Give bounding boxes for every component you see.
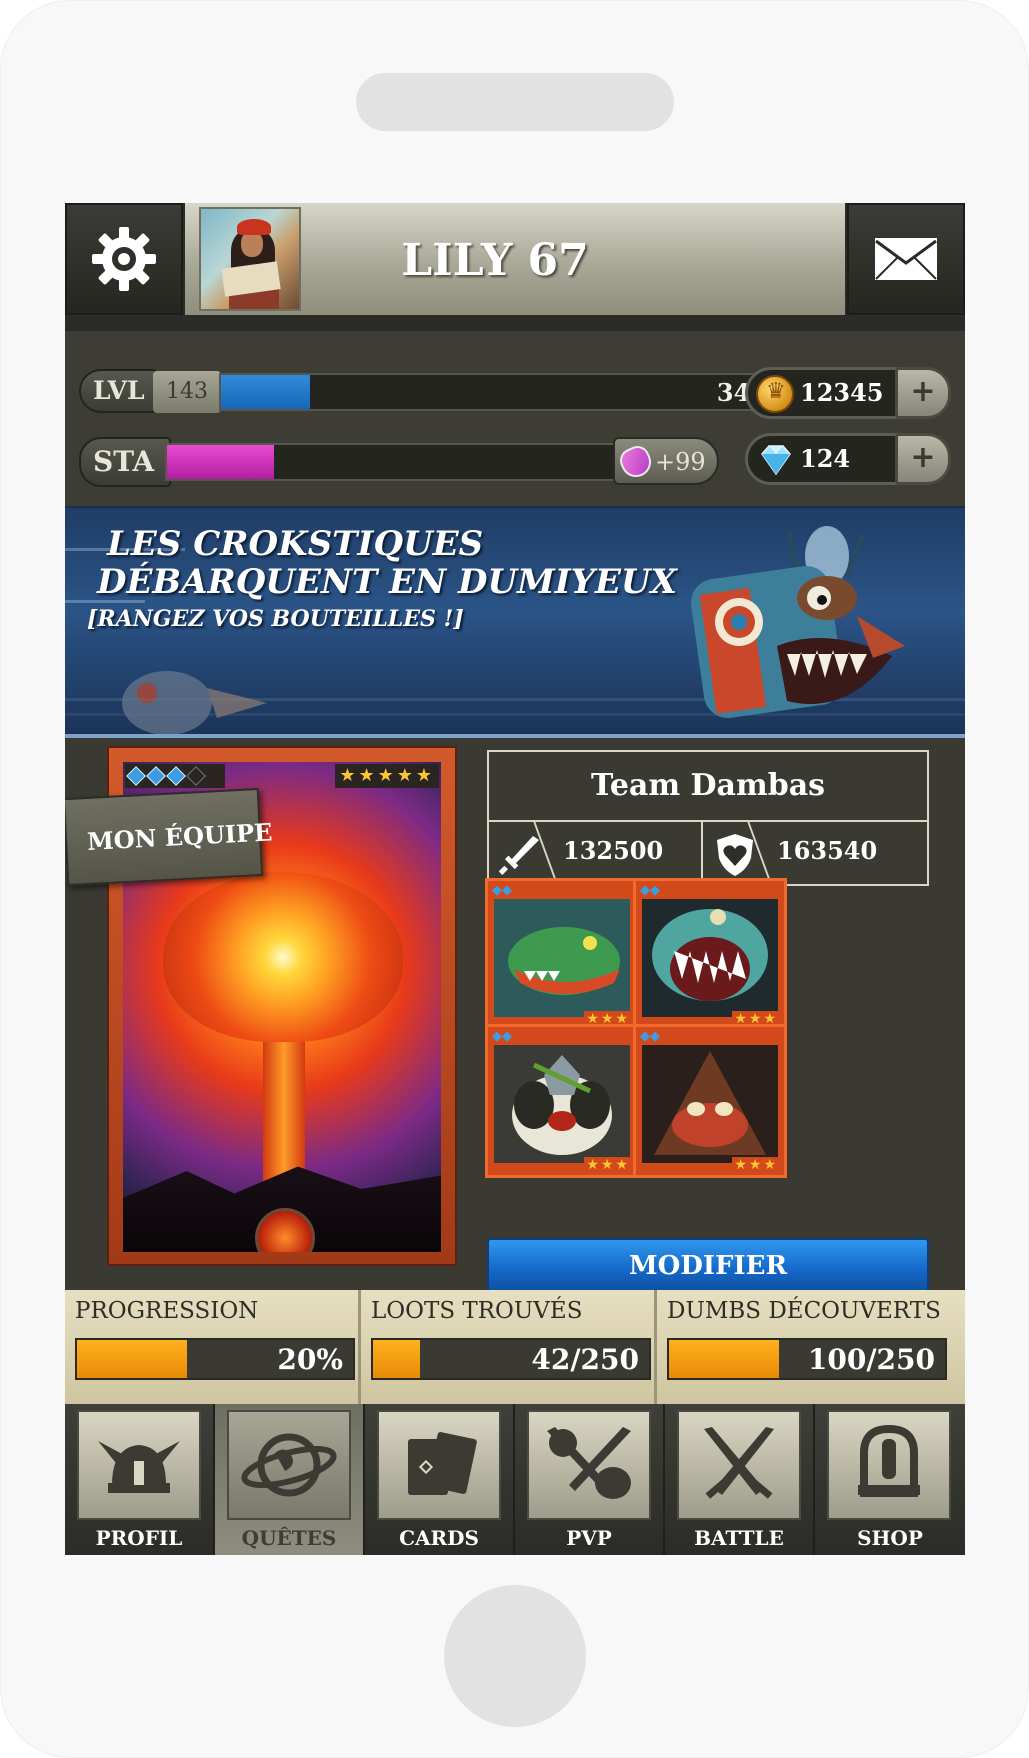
nav-shop-label: SHOP bbox=[857, 1526, 923, 1550]
gem-counter: 124 bbox=[745, 433, 905, 485]
event-banner[interactable]: LES CROKSTIQUES DÉBARQUENT EN DUMIYEUX [… bbox=[65, 506, 965, 738]
add-gold-button[interactable]: + bbox=[895, 367, 951, 419]
gold-counter: 12345 bbox=[745, 367, 905, 419]
my-team-label: MON ÉQUIPE bbox=[86, 817, 274, 856]
phone-frame: LILY 67 LVL 143 345 STA 45 bbox=[0, 0, 1029, 1758]
settings-button[interactable] bbox=[65, 203, 183, 315]
nav-quetes[interactable]: QUÊTES bbox=[215, 1404, 365, 1555]
fish-monster-art bbox=[642, 899, 778, 1017]
dumbs-discovered-label: DUMBS DÉCOUVERTS bbox=[667, 1298, 941, 1324]
mail-button[interactable] bbox=[847, 203, 965, 315]
progression-label: PROGRESSION bbox=[75, 1298, 259, 1324]
team-attack-value: 132500 bbox=[563, 836, 664, 865]
nav-pvp-label: PVP bbox=[566, 1526, 612, 1550]
stats-panel: LVL 143 345 STA 45 +99 12345 + bbox=[65, 321, 965, 506]
dumbs-discovered-value: 100/250 bbox=[807, 1343, 935, 1376]
team-defense: 163540 bbox=[703, 822, 929, 886]
level-label: LVL bbox=[79, 369, 157, 413]
nav-profil[interactable]: PROFIL bbox=[65, 1404, 215, 1555]
bottom-navigation: PROFIL QUÊTES CARDS PVP BATTLE SHOP bbox=[65, 1404, 965, 1555]
phone-home-button[interactable] bbox=[444, 1585, 586, 1727]
loots-found-stat: LOOTS TROUVÉS 42/250 bbox=[361, 1290, 657, 1404]
team-defense-value: 163540 bbox=[777, 836, 878, 865]
progression-bar: 20% bbox=[75, 1338, 355, 1380]
small-monster-illustration bbox=[122, 671, 267, 734]
my-team-tag: MON ÉQUIPE bbox=[65, 787, 273, 887]
team-name: Team Dambas bbox=[489, 752, 927, 822]
nav-pvp[interactable]: PVP bbox=[515, 1404, 665, 1555]
card-rarity-gems bbox=[125, 764, 225, 788]
planet-icon bbox=[227, 1410, 351, 1520]
player-name: LILY 67 bbox=[401, 235, 589, 286]
stamina-bar-fill bbox=[167, 445, 275, 479]
nav-profil-label: PROFIL bbox=[95, 1526, 183, 1550]
envelope-icon bbox=[875, 238, 937, 280]
nav-battle[interactable]: BATTLE bbox=[665, 1404, 815, 1555]
progression-value: 20% bbox=[277, 1343, 343, 1376]
level-number: 143 bbox=[153, 371, 221, 413]
loots-found-bar: 42/250 bbox=[371, 1338, 651, 1380]
knight-creature-art bbox=[494, 1045, 630, 1163]
team-member-card[interactable]: ◆◆ ★★★ bbox=[485, 878, 639, 1032]
xp-bar: 345 bbox=[219, 373, 779, 411]
potion-icon bbox=[616, 442, 656, 482]
progress-panel: PROGRESSION 20% LOOTS TROUVÉS 42/250 DUM… bbox=[65, 1290, 965, 1404]
dumbs-discovered-bar: 100/250 bbox=[667, 1338, 947, 1380]
potion-button[interactable]: +99 bbox=[613, 437, 719, 485]
modify-team-button[interactable]: MODIFIER bbox=[487, 1238, 929, 1294]
header-bar: LILY 67 bbox=[65, 203, 965, 321]
team-attack: 132500 bbox=[489, 822, 703, 886]
nav-quetes-label: QUÊTES bbox=[241, 1526, 337, 1550]
gear-icon bbox=[92, 227, 156, 291]
gold-value: 12345 bbox=[800, 378, 884, 407]
loots-found-label: LOOTS TROUVÉS bbox=[371, 1298, 583, 1324]
card-star-rating: ★★★★★ bbox=[335, 764, 439, 788]
helmet-icon bbox=[77, 1410, 201, 1520]
nav-cards-label: CARDS bbox=[399, 1526, 479, 1550]
add-gems-button[interactable]: + bbox=[895, 433, 951, 485]
banner-title-line2: DÉBARQUENT EN DUMIYEUX bbox=[97, 562, 677, 602]
potion-count: +99 bbox=[655, 448, 706, 476]
progression-bar-fill bbox=[77, 1340, 188, 1378]
team-member-card[interactable]: ◆◆ ★★★ bbox=[633, 878, 787, 1032]
gem-value: 124 bbox=[800, 444, 851, 473]
gold-coin-icon bbox=[756, 375, 794, 413]
hooded-creature-art bbox=[642, 1045, 778, 1163]
loots-found-bar-fill bbox=[373, 1340, 420, 1378]
dumbs-discovered-bar-fill bbox=[669, 1340, 780, 1378]
stamina-bar: 45 bbox=[165, 443, 679, 481]
nav-cards[interactable]: CARDS bbox=[365, 1404, 515, 1555]
team-member-card[interactable]: ◆◆ ★★★ bbox=[485, 1024, 639, 1178]
loots-found-value: 42/250 bbox=[531, 1343, 639, 1376]
banner-subtitle: [RANGEZ VOS BOUTEILLES !] bbox=[87, 606, 464, 632]
nav-battle-label: BATTLE bbox=[694, 1526, 784, 1550]
progression-stat: PROGRESSION 20% bbox=[65, 1290, 361, 1404]
team-info-box: Team Dambas 132500 163540 bbox=[487, 750, 929, 886]
stamina-label: STA bbox=[79, 437, 171, 487]
xp-bar-fill bbox=[221, 375, 310, 409]
crokstique-monster-illustration bbox=[691, 526, 905, 718]
phone-speaker bbox=[356, 73, 674, 131]
game-screen: LILY 67 LVL 143 345 STA 45 bbox=[65, 203, 965, 1555]
dumbs-discovered-stat: DUMBS DÉCOUVERTS 100/250 bbox=[657, 1290, 965, 1404]
crossed-swords-icon bbox=[677, 1410, 801, 1520]
dinosaur-creature-art bbox=[494, 899, 630, 1017]
diamond-icon bbox=[761, 445, 791, 476]
armor-icon bbox=[827, 1410, 951, 1520]
team-section: ★★★★★ MON ÉQUIPE Team Dambas 132500 1635… bbox=[65, 738, 965, 1294]
cards-icon bbox=[377, 1410, 501, 1520]
nav-shop[interactable]: SHOP bbox=[815, 1404, 965, 1555]
player-avatar[interactable] bbox=[199, 207, 301, 311]
pvp-icon bbox=[527, 1410, 651, 1520]
team-member-card[interactable]: ◆◆ ★★★ bbox=[633, 1024, 787, 1178]
banner-title-line1: LES CROKSTIQUES bbox=[107, 524, 484, 564]
